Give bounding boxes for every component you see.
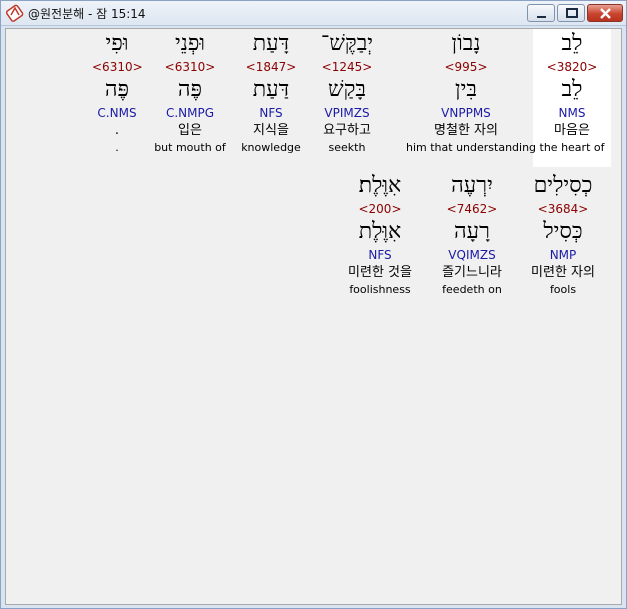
parsing-code: VQIMZS [448, 248, 496, 262]
lemma-word: בָּקַשׁ [328, 77, 366, 102]
hebrew-word: אִוֶּלֶת׃ [358, 173, 402, 198]
parsing-code: NFS [259, 106, 283, 120]
hebrew-word: דָּעַת [252, 31, 290, 56]
korean-gloss: 지식을 [253, 123, 289, 138]
english-gloss: feedeth on [442, 283, 502, 296]
word-column[interactable]: וּפִי <6310> פֶּה C.NMS . . [92, 29, 143, 167]
lemma-word: לֵב [561, 77, 583, 102]
strong-number[interactable]: <6310> [153, 59, 227, 75]
parsing-code: C.NMS [97, 106, 137, 120]
english-gloss: the heart of [539, 141, 605, 154]
close-button[interactable] [587, 4, 623, 22]
word-column[interactable]: כְסִילִים <3684> כְּסִיל NMP 미련한 자의 fool… [519, 171, 607, 309]
lemma-word: פֶּה [177, 77, 203, 102]
strong-number[interactable]: <1245> [314, 59, 380, 75]
parsing-code: C.NMPG [165, 106, 215, 120]
parsing-code: NMP [549, 248, 577, 262]
minimize-icon [537, 16, 546, 18]
korean-gloss: 입은 [178, 123, 202, 138]
interlinear-panel[interactable]: לֵב <3820> לֵב NMS 마음은 the heart of נָבו… [5, 28, 622, 605]
hebrew-word: וּפְנֵי [174, 31, 206, 56]
korean-gloss: 명철한 자의 [434, 123, 498, 138]
english-gloss: him that understanding [406, 141, 537, 154]
word-column[interactable]: יְבַקֶּשׁ־ <1245> בָּקַשׁ VPIMZS 요구하고 se… [314, 29, 380, 167]
parsing-code: VNPPMS [441, 106, 491, 120]
app-logo-icon [5, 4, 24, 22]
lemma-word: אִוֶּלֶת [358, 219, 402, 244]
lemma-word: כְּסִיל [543, 219, 583, 244]
english-gloss: . [115, 141, 119, 154]
english-gloss: fools [549, 283, 577, 296]
korean-gloss: 마음은 [554, 123, 590, 138]
parsing-code: NMS [558, 106, 586, 120]
window-title: @원전분해 - 잠 15:14 [28, 7, 146, 21]
strong-number[interactable]: <7462> [432, 201, 512, 217]
word-column[interactable]: אִוֶּלֶת׃ <200> אִוֶּלֶת NFS 미련한 것을 fool… [334, 171, 426, 309]
korean-gloss: 미련한 자의 [531, 265, 595, 280]
strong-number[interactable]: <6310> [92, 59, 143, 75]
korean-gloss: 요구하고 [323, 123, 371, 138]
hebrew-word: נָבוֹן [451, 31, 481, 56]
english-gloss: seekth [328, 141, 366, 154]
word-column[interactable]: לֵב <3820> לֵב NMS 마음은 the heart of [533, 29, 611, 167]
strong-number[interactable]: <3684> [519, 201, 607, 217]
strong-number[interactable]: <1847> [238, 59, 304, 75]
lemma-word: פֶּה [104, 77, 130, 102]
word-column[interactable]: וּפְנֵי <6310> פֶּה C.NMPG 입은 but mouth … [153, 29, 227, 167]
lemma-word: רָעָה [454, 219, 490, 244]
english-gloss: foolishness [349, 283, 411, 296]
word-column[interactable]: יִרְעֶה <7462> רָעָה VQIMZS 즐기느니라 feedet… [432, 171, 512, 309]
parsing-code: NFS [368, 248, 392, 262]
lemma-word: בִּין [455, 77, 477, 102]
minimize-button[interactable] [527, 4, 555, 22]
maximize-button[interactable] [557, 4, 585, 22]
korean-gloss: 미련한 것을 [348, 265, 412, 280]
title-bar[interactable]: @원전분해 - 잠 15:14 [1, 1, 626, 26]
strong-number[interactable]: <200> [334, 201, 426, 217]
app-window: @원전분해 - 잠 15:14 לֵב <3820> לֵב NMS 마음은 t… [0, 0, 627, 609]
word-column[interactable]: נָבוֹן <995> בִּין VNPPMS 명철한 자의 him tha… [406, 29, 537, 167]
lemma-word: דַּעַת [252, 77, 290, 102]
hebrew-word: יְבַקֶּשׁ־ [320, 31, 374, 56]
korean-gloss: 즐기느니라 [442, 265, 502, 280]
strong-number[interactable]: <3820> [533, 59, 611, 75]
hebrew-word: לֵב [561, 31, 583, 56]
hebrew-word: כְסִילִים [533, 173, 593, 198]
english-gloss: but mouth of [154, 141, 226, 154]
hebrew-word: וּפִי [105, 31, 129, 56]
korean-gloss: . [114, 123, 120, 138]
parsing-code: VPIMZS [324, 106, 370, 120]
maximize-icon [566, 8, 578, 18]
hebrew-word: יִרְעֶה [451, 173, 493, 198]
word-column[interactable]: דָּעַת <1847> דַּעַת NFS 지식을 knowledge [238, 29, 304, 167]
close-icon [600, 8, 611, 19]
english-gloss: knowledge [241, 141, 301, 154]
strong-number[interactable]: <995> [406, 59, 526, 75]
